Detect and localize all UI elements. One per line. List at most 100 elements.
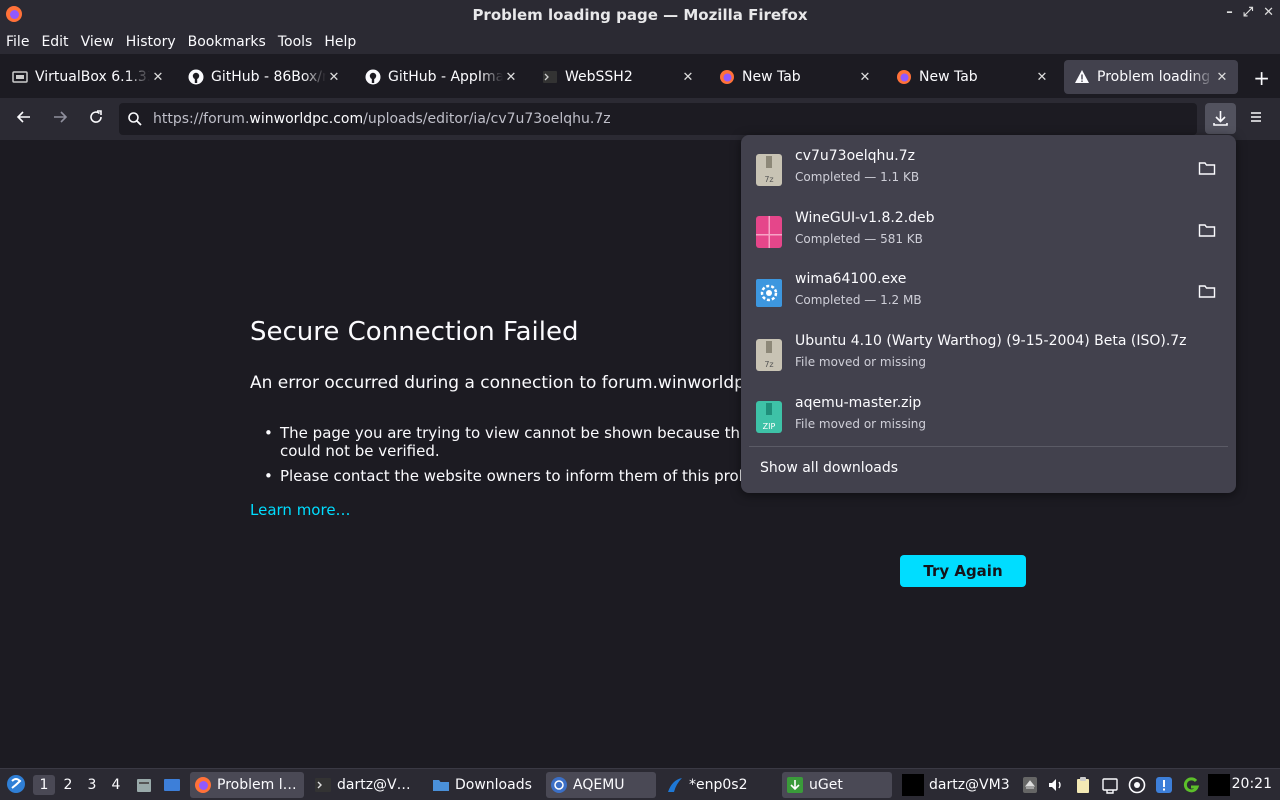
eject-icon[interactable] <box>1021 776 1039 794</box>
menu-history[interactable]: History <box>120 34 182 50</box>
workspace-2[interactable]: 2 <box>57 775 79 795</box>
notification-icon[interactable] <box>1155 776 1173 794</box>
update-icon[interactable] <box>1128 776 1146 794</box>
tab-virtualbox[interactable]: VirtualBox 6.1.33 ✕ <box>2 60 174 94</box>
window-titlebar: Problem loading page — Mozilla Firefox –… <box>0 0 1280 29</box>
download-item[interactable]: ZIP aqemu-master.zip File moved or missi… <box>741 387 1236 447</box>
show-all-downloads-button[interactable]: Show all downloads <box>760 460 898 476</box>
try-again-button[interactable]: Try Again <box>900 555 1026 587</box>
clock[interactable]: 20:21 <box>1232 776 1272 792</box>
forward-button[interactable] <box>48 108 72 130</box>
address-bar[interactable]: https://forum. winworldpc.com/uploads/edi… <box>119 103 1197 135</box>
tab-label: GitHub - AppImage <box>388 69 503 85</box>
tab-label: WebSSH2 <box>565 69 633 85</box>
open-folder-icon[interactable] <box>1198 160 1216 176</box>
open-folder-icon[interactable] <box>1198 283 1216 299</box>
tab-github-appimage[interactable]: GitHub - AppImage ✕ <box>355 60 527 94</box>
tab-problem-loading[interactable]: Problem loading page ✕ <box>1064 60 1238 94</box>
task-label: dartz@V… <box>337 777 411 793</box>
tab-label: New Tab <box>919 69 978 85</box>
back-button[interactable] <box>12 108 36 130</box>
download-status: File moved or missing <box>795 355 927 369</box>
virtualbox-icon <box>12 71 28 83</box>
task-firefox[interactable]: Problem l… <box>190 772 304 798</box>
close-tab-icon[interactable]: ✕ <box>857 70 873 85</box>
tab-github-86box[interactable]: GitHub - 86Box/roms ✕ <box>178 60 350 94</box>
task-aqemu[interactable]: AQEMU <box>546 772 656 798</box>
open-folder-icon[interactable] <box>1198 222 1216 238</box>
task-label: Downloads <box>455 777 532 793</box>
menubar: File Edit View History Bookmarks Tools H… <box>0 29 1280 54</box>
tab-new-tab-2[interactable]: New Tab ✕ <box>886 60 1058 94</box>
workspace-4[interactable]: 4 <box>105 775 127 795</box>
archive-7z-icon: 7z <box>756 339 782 371</box>
svg-text:ZIP: ZIP <box>763 422 776 431</box>
warning-icon <box>1075 70 1089 83</box>
uget-tray-icon[interactable] <box>1182 776 1200 794</box>
maximize-button[interactable]: ⤢ <box>1243 5 1253 20</box>
workspace-1[interactable]: 1 <box>33 775 55 795</box>
menu-view[interactable]: View <box>75 34 120 50</box>
task-label: AQEMU <box>573 777 625 793</box>
menu-tools[interactable]: Tools <box>272 34 319 50</box>
tab-label: GitHub - 86Box/roms <box>211 69 326 85</box>
close-tab-icon[interactable]: ✕ <box>503 70 519 85</box>
file-manager-icon[interactable] <box>135 776 153 794</box>
close-tab-icon[interactable]: ✕ <box>680 70 696 85</box>
menu-file[interactable]: File <box>0 34 35 50</box>
close-tab-icon[interactable]: ✕ <box>1214 70 1230 85</box>
new-tab-button[interactable]: + <box>1253 66 1270 90</box>
firefox-icon <box>897 70 911 84</box>
folder-icon <box>433 780 449 791</box>
terminal-tray-icon[interactable] <box>1208 774 1230 796</box>
terminal-icon <box>315 778 331 792</box>
menu-edit[interactable]: Edit <box>35 34 74 50</box>
close-button[interactable]: ✕ <box>1263 5 1274 20</box>
download-item[interactable]: 7z Ubuntu 4.10 (Warty Warthog) (9-15-200… <box>741 325 1236 385</box>
task-wireshark[interactable]: *enp0s2 <box>662 772 776 798</box>
executable-gear-icon <box>756 279 782 307</box>
start-menu-icon[interactable] <box>6 774 26 794</box>
downloads-button[interactable] <box>1205 103 1236 134</box>
download-item[interactable]: WineGUI-v1.8.2.deb Completed — 581 KB <box>741 202 1236 262</box>
task-uget[interactable]: uGet <box>782 772 892 798</box>
svg-text:7z: 7z <box>764 360 773 369</box>
tab-new-tab-1[interactable]: New Tab ✕ <box>709 60 881 94</box>
show-desktop-icon[interactable] <box>163 776 181 794</box>
volume-icon[interactable] <box>1047 776 1065 794</box>
zip-archive-icon: ZIP <box>756 401 782 433</box>
task-terminal-2[interactable]: dartz@VM3 <box>900 772 1012 798</box>
download-status: File moved or missing <box>795 417 927 431</box>
close-tab-icon[interactable]: ✕ <box>326 70 342 85</box>
close-tab-icon[interactable]: ✕ <box>150 70 166 85</box>
learn-more-link[interactable]: Learn more… <box>250 501 351 519</box>
search-icon <box>128 112 142 126</box>
tab-label: VirtualBox 6.1.33 <box>35 69 150 85</box>
close-tab-icon[interactable]: ✕ <box>1034 70 1050 85</box>
minimize-button[interactable]: – <box>1226 5 1233 20</box>
app-menu-button[interactable] <box>1244 108 1268 130</box>
workspace-3[interactable]: 3 <box>81 775 103 795</box>
menu-help[interactable]: Help <box>318 34 362 50</box>
reload-button[interactable] <box>84 108 108 130</box>
task-downloads-folder[interactable]: Downloads <box>428 772 542 798</box>
deb-package-icon <box>756 216 782 248</box>
download-filename: wima64100.exe <box>795 271 907 287</box>
download-status: Completed — 581 KB <box>795 232 923 246</box>
error-bullet: Please contact the website owners to inf… <box>264 467 748 485</box>
download-status: Completed — 1.2 MB <box>795 293 922 307</box>
download-filename: cv7u73oelqhu.7z <box>795 148 915 164</box>
uget-icon <box>787 777 803 793</box>
clipboard-icon[interactable] <box>1074 776 1092 794</box>
download-item[interactable]: 7z cv7u73oelqhu.7z Completed — 1.1 KB <box>741 140 1236 200</box>
tab-label: Problem loading page <box>1097 69 1214 85</box>
hamburger-menu-icon <box>1251 112 1261 122</box>
task-terminal-1[interactable]: dartz@V… <box>310 772 424 798</box>
download-filename: Ubuntu 4.10 (Warty Warthog) (9-15-2004) … <box>795 333 1187 349</box>
download-item[interactable]: wima64100.exe Completed — 1.2 MB <box>741 263 1236 323</box>
forward-arrow-icon <box>54 111 68 123</box>
tab-webssh2[interactable]: WebSSH2 ✕ <box>532 60 704 94</box>
menu-bookmarks[interactable]: Bookmarks <box>182 34 272 50</box>
firefox-icon <box>6 6 22 22</box>
network-icon[interactable] <box>1101 776 1119 794</box>
